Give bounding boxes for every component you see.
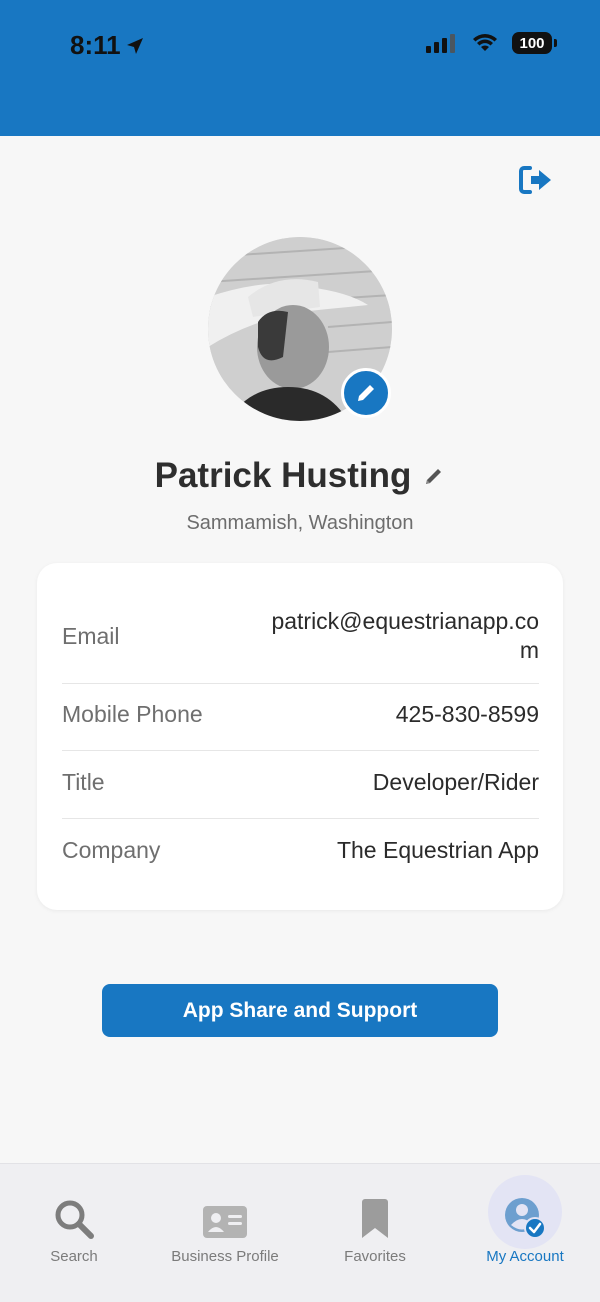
tab-label: Favorites xyxy=(344,1248,406,1265)
detail-label: Company xyxy=(62,837,161,863)
status-time-text: 8:11 xyxy=(70,30,121,60)
search-icon xyxy=(55,1200,94,1239)
bookmark-icon xyxy=(362,1199,388,1238)
tab-favorites[interactable]: Favorites xyxy=(330,1164,420,1274)
detail-label: Title xyxy=(62,769,105,795)
location-arrow-icon xyxy=(126,37,143,54)
detail-row-company: Company The Equestrian App xyxy=(62,837,539,864)
tab-my-account[interactable]: My Account xyxy=(470,1164,580,1274)
battery-level: 100 xyxy=(519,34,545,52)
app-share-support-button[interactable]: App Share and Support xyxy=(102,984,498,1037)
battery-indicator: 100 xyxy=(512,32,557,54)
status-icons: 100 xyxy=(426,32,557,54)
divider xyxy=(62,750,539,751)
profile-name: Patrick Husting xyxy=(154,456,412,495)
divider xyxy=(62,818,539,819)
tab-business-profile[interactable]: Business Profile xyxy=(160,1164,290,1274)
tab-label: Business Profile xyxy=(171,1248,279,1265)
detail-value: The Equestrian App xyxy=(336,837,539,863)
bottom-tab-bar: Search Business Profile Favorites My Acc… xyxy=(0,1163,600,1302)
pencil-icon xyxy=(358,385,374,401)
detail-value: patrick@equestrianapp.com xyxy=(271,608,539,663)
divider xyxy=(62,683,539,684)
profile-location: Sammamish, Washington xyxy=(186,512,414,534)
detail-label: Email xyxy=(62,622,120,649)
profile-photo-container xyxy=(208,237,392,421)
wifi-icon xyxy=(473,34,497,51)
account-icon xyxy=(505,1198,546,1239)
tab-label: Search xyxy=(50,1248,98,1265)
detail-row-email: Email patrick@equestrianapp.com xyxy=(62,607,539,665)
logout-icon[interactable] xyxy=(518,162,554,198)
edit-name-pencil-icon[interactable] xyxy=(423,465,445,487)
detail-label: Mobile Phone xyxy=(62,701,203,727)
profile-name-row: Patrick Husting xyxy=(0,456,600,496)
profile-details-card: Email patrick@equestrianapp.com Mobile P… xyxy=(37,563,563,910)
detail-value: 425-830-8599 xyxy=(395,701,539,727)
detail-row-title: Title Developer/Rider xyxy=(62,769,539,796)
detail-row-mobile-phone: Mobile Phone 425-830-8599 xyxy=(62,701,539,728)
id-card-icon xyxy=(203,1206,247,1238)
tab-search[interactable]: Search xyxy=(24,1164,124,1274)
tab-label: My Account xyxy=(486,1248,564,1265)
detail-value: Developer/Rider xyxy=(372,769,539,795)
header-bar: 8:11 100 xyxy=(0,0,600,136)
status-time: 8:11 xyxy=(70,30,145,61)
cellular-signal-icon xyxy=(426,34,455,53)
edit-photo-button[interactable] xyxy=(341,368,391,418)
